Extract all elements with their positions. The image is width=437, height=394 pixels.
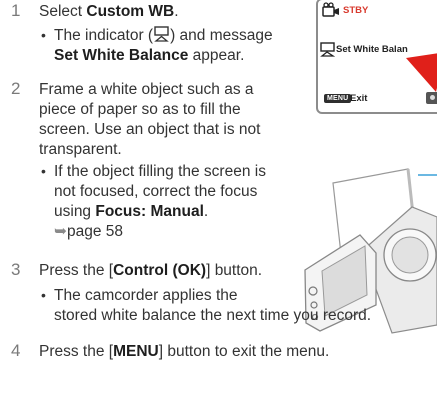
step-3-bullet-line2: stored white balance the next time you r… (54, 307, 372, 324)
step-3-bullet-line1: The camcorder applies the (54, 287, 238, 304)
lcd-status-text: STBY (343, 5, 369, 16)
step-3-text: Press the [Control (OK)] button. (39, 262, 263, 279)
page-reference-link[interactable]: ➥page 58 (54, 222, 123, 242)
step-2-number: 2 (11, 79, 21, 98)
red-pointer-arrow-icon (406, 53, 437, 92)
lcd-screen-illustration: STBY Set White Balan MENU Exit (316, 0, 437, 114)
lcd-menu-badge: MENU (324, 94, 352, 103)
step-2-line2: piece of paper so as to fill the (39, 101, 241, 118)
custom-wb-icon (320, 42, 335, 57)
step-2-line4: transparent. (39, 141, 122, 158)
lcd-ok-button-icon (426, 92, 437, 104)
step-2-line3: screen. Use an object that is not (39, 121, 261, 138)
step-1-bullet-line2: Set White Balance appear. (54, 47, 245, 64)
custom-wb-icon (154, 26, 169, 42)
lcd-message-text: Set White Balan (336, 44, 408, 55)
step-2-bullet-line2: not focused, correct the focus (54, 183, 258, 200)
bullet-icon: • (41, 27, 46, 43)
step-4-number: 4 (11, 341, 21, 360)
lcd-exit-label: Exit (350, 93, 368, 104)
step-1-bullet-line1: The indicator () and message (54, 26, 273, 44)
step-4-text: Press the [MENU] button to exit the menu… (39, 343, 330, 360)
step-2-bullet-line1: If the object filling the screen is (54, 163, 266, 180)
step-1-number: 1 (11, 1, 21, 20)
step-1-text: Select Custom WB. (39, 3, 179, 20)
step-2-bullet-line3: using Focus: Manual. (54, 203, 209, 220)
page-arrow-icon: ➥ (54, 223, 67, 240)
step-3-number: 3 (11, 260, 21, 279)
step-2-line1: Frame a white object such as a (39, 81, 254, 98)
bullet-icon: • (41, 163, 46, 179)
bullet-icon: • (41, 287, 46, 303)
camcorder-mode-icon (322, 2, 339, 17)
